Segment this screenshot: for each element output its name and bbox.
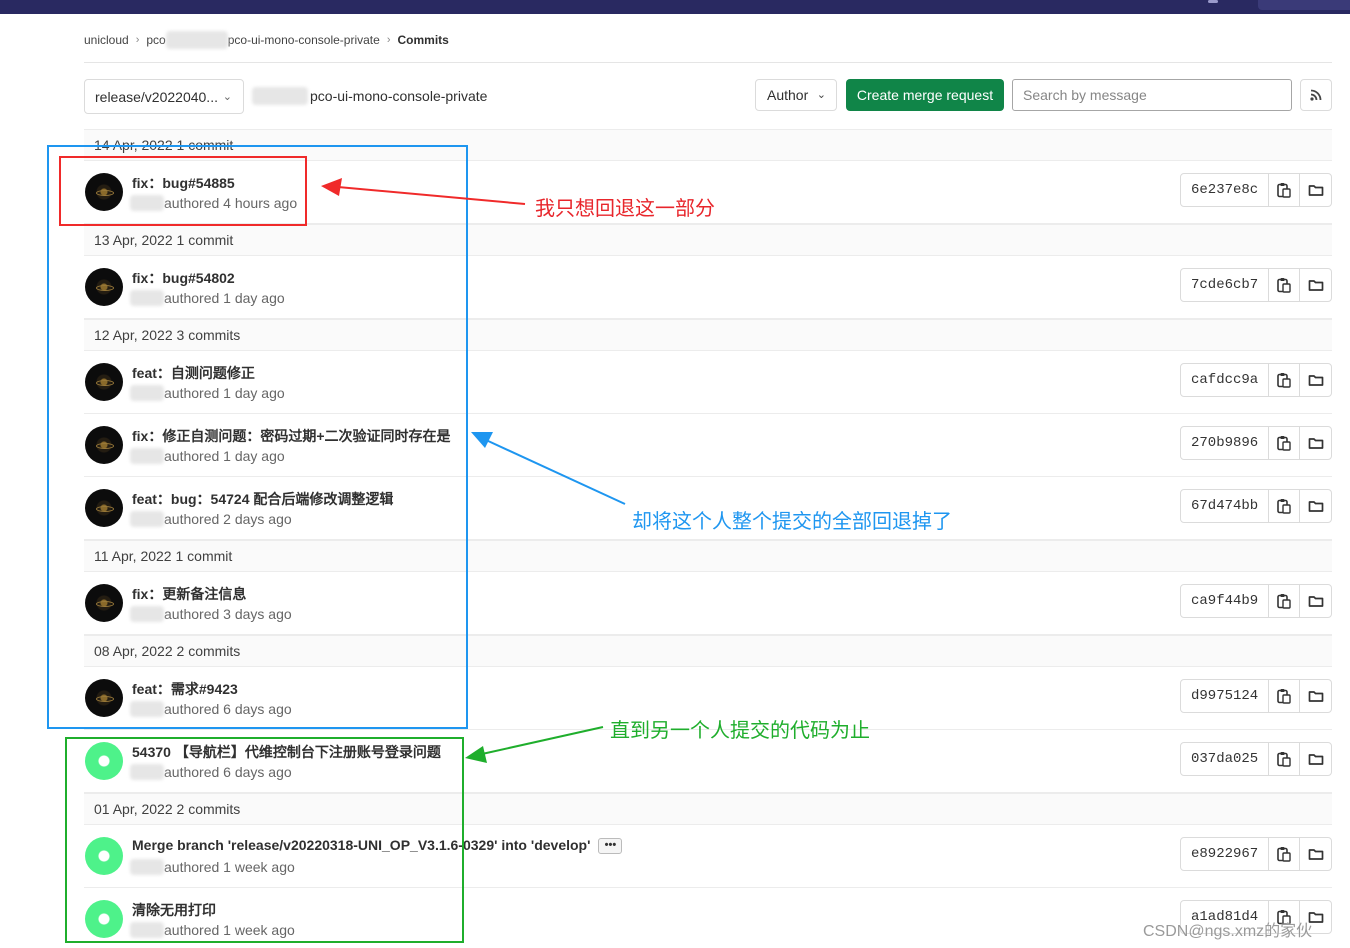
chevron-right-icon: › — [386, 34, 391, 46]
copy-sha-button[interactable] — [1269, 490, 1300, 522]
commit-sha-group: e8922967 — [1180, 837, 1332, 871]
breadcrumb-current[interactable]: Commits — [397, 33, 448, 47]
repo-path-text: pco-ui-mono-console-private — [310, 88, 488, 104]
commit-sha-group: d9975124 — [1180, 679, 1332, 713]
annotation-box-blue — [47, 145, 468, 729]
clipboard-icon — [1277, 594, 1291, 609]
commit-sha[interactable]: 037da025 — [1181, 743, 1269, 775]
browse-files-button[interactable] — [1300, 585, 1331, 617]
clipboard-icon — [1277, 183, 1291, 198]
breadcrumb-project[interactable]: pco pco-ui-mono-console-private — [146, 31, 380, 49]
browse-files-button[interactable] — [1300, 838, 1331, 870]
copy-sha-button[interactable] — [1269, 585, 1300, 617]
commit-sha-group: 67d474bb — [1180, 489, 1332, 523]
redacted-block — [165, 31, 228, 49]
browse-files-button[interactable] — [1300, 364, 1331, 396]
commit-sha[interactable]: cafdcc9a — [1181, 364, 1269, 396]
rss-icon — [1310, 89, 1322, 101]
browse-files-button[interactable] — [1300, 269, 1331, 301]
redacted-block — [252, 87, 308, 105]
copy-sha-button[interactable] — [1269, 743, 1300, 775]
annotation-box-green — [65, 737, 464, 943]
folder-icon — [1308, 501, 1323, 512]
clipboard-icon — [1277, 752, 1291, 767]
commit-sha[interactable]: 6e237e8c — [1181, 174, 1269, 206]
breadcrumb: unicloud › pco pco-ui-mono-console-priva… — [84, 31, 449, 49]
copy-sha-button[interactable] — [1269, 838, 1300, 870]
copy-sha-button[interactable] — [1269, 269, 1300, 301]
chevron-right-icon: › — [135, 34, 140, 46]
commit-sha[interactable]: d9975124 — [1181, 680, 1269, 712]
rss-button[interactable] — [1300, 79, 1332, 111]
clipboard-icon — [1277, 499, 1291, 514]
watermark: CSDN@ngs.xmz的家伙 — [1143, 923, 1313, 940]
copy-sha-button[interactable] — [1269, 174, 1300, 206]
browse-files-button[interactable] — [1300, 427, 1331, 459]
folder-icon — [1308, 375, 1323, 386]
clipboard-icon — [1277, 278, 1291, 293]
annotation-box-red — [59, 156, 307, 226]
commit-sha-group: cafdcc9a — [1180, 363, 1332, 397]
browse-files-button[interactable] — [1300, 174, 1331, 206]
copy-sha-button[interactable] — [1269, 680, 1300, 712]
branch-name: release/v2022040... — [95, 88, 218, 105]
folder-icon — [1308, 280, 1323, 291]
annotation-note-green: 直到另一个人提交的代码为止 — [610, 718, 870, 742]
folder-icon — [1308, 849, 1323, 860]
commit-sha-group: 037da025 — [1180, 742, 1332, 776]
chevron-down-icon: ⌄ — [816, 89, 826, 101]
create-merge-request-button[interactable]: Create merge request — [846, 79, 1004, 111]
commit-sha[interactable]: 270b9896 — [1181, 427, 1269, 459]
folder-icon — [1308, 438, 1323, 449]
clipboard-icon — [1277, 689, 1291, 704]
commit-sha-group: 270b9896 — [1180, 426, 1332, 460]
commit-sha[interactable]: 67d474bb — [1181, 490, 1269, 522]
copy-sha-button[interactable] — [1269, 364, 1300, 396]
folder-icon — [1308, 691, 1323, 702]
annotation-note-blue: 却将这个人整个提交的全部回退掉了 — [632, 509, 952, 533]
top-navbar — [0, 0, 1350, 14]
commit-sha-group: ca9f44b9 — [1180, 584, 1332, 618]
folder-icon — [1308, 185, 1323, 196]
copy-sha-button[interactable] — [1269, 427, 1300, 459]
clipboard-icon — [1277, 373, 1291, 388]
nav-search-field[interactable] — [1258, 0, 1350, 10]
browse-files-button[interactable] — [1300, 680, 1331, 712]
breadcrumb-project-prefix: pco — [146, 33, 166, 47]
commit-sha-group: 6e237e8c — [1180, 173, 1332, 207]
author-filter-dropdown[interactable]: Author ⌄ — [755, 79, 837, 111]
divider — [84, 62, 1332, 63]
author-filter-label: Author — [767, 87, 809, 103]
folder-icon — [1308, 754, 1323, 765]
folder-icon — [1308, 596, 1323, 607]
commit-sha[interactable]: 7cde6cb7 — [1181, 269, 1269, 301]
nav-icon[interactable] — [1208, 0, 1218, 3]
commit-sha[interactable]: e8922967 — [1181, 838, 1269, 870]
breadcrumb-project-suffix: pco-ui-mono-console-private — [227, 33, 380, 47]
chevron-down-icon: ⌄ — [222, 91, 232, 103]
browse-files-button[interactable] — [1300, 743, 1331, 775]
breadcrumb-group[interactable]: unicloud — [84, 33, 129, 47]
browse-files-button[interactable] — [1300, 490, 1331, 522]
clipboard-icon — [1277, 847, 1291, 862]
annotation-note-red: 我只想回退这一部分 — [535, 196, 715, 220]
commit-sha-group: 7cde6cb7 — [1180, 268, 1332, 302]
repo-path: pco-ui-mono-console-private — [252, 87, 487, 105]
clipboard-icon — [1277, 436, 1291, 451]
commit-sha[interactable]: ca9f44b9 — [1181, 585, 1269, 617]
branch-dropdown[interactable]: release/v2022040... ⌄ — [84, 79, 244, 114]
expand-description-button[interactable]: ••• — [598, 838, 623, 855]
search-by-message-input[interactable] — [1012, 79, 1292, 111]
